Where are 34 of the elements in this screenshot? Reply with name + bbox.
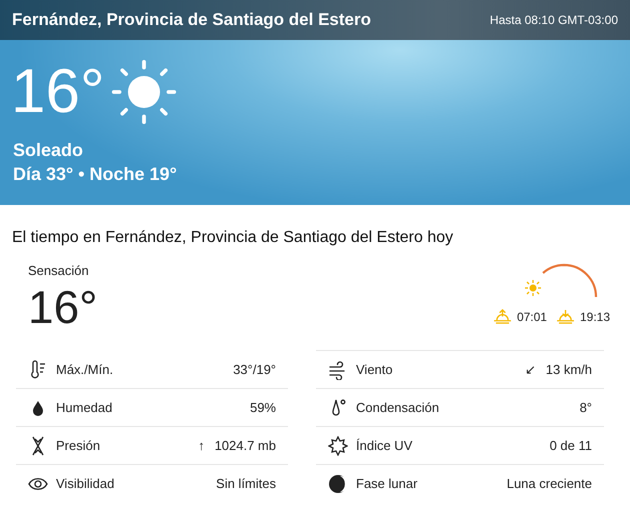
valid-until: Hasta 08:10 GMT-03:00 [490, 13, 618, 27]
location-title: Fernández, Provincia de Santiago del Estero [12, 10, 371, 30]
sunrise-time: 07:01 [516, 310, 547, 324]
detail-label: Visibilidad [56, 476, 116, 491]
detail-value: 1024.7 mb [214, 438, 276, 453]
detail-label: Presión [56, 438, 102, 453]
trend-arrow: ↑ [198, 438, 205, 453]
detail-value: 8° [580, 400, 592, 415]
sunset-time: 19:13 [580, 310, 610, 324]
detail-label: Viento [356, 362, 394, 377]
thermometer-icon [28, 360, 48, 380]
trend-arrow: ↙ [524, 362, 536, 377]
sunset-icon [556, 309, 575, 324]
feels-like-value: 16° [28, 280, 98, 334]
detail-label: Máx./Mín. [56, 362, 114, 377]
day-night-temperatures: Día 33° • Noche 19° [12, 164, 178, 185]
detail-label: Humedad [56, 400, 114, 415]
condition-text: Soleado [12, 140, 84, 161]
detail-value: 13 km/h [546, 362, 592, 377]
detail-value: Luna creciente [506, 476, 592, 491]
detail-label: Condensación [356, 400, 440, 415]
detail-value: 33°/19° [233, 362, 276, 377]
detail-value: Sin límites [216, 476, 276, 491]
detail-label: Fase lunar [356, 476, 418, 491]
section-title: El tiempo en Fernández, Provincia de Santiago del Estero hoy [12, 229, 454, 247]
sunrise-icon [492, 309, 512, 324]
detail-value: 59% [250, 400, 276, 415]
feels-like-label: Sensación [28, 263, 90, 278]
detail-label: Índice UV [356, 438, 414, 453]
detail-value: 0 de 11 [550, 438, 592, 453]
sun-outline-icon [328, 436, 348, 456]
sun-icon [110, 59, 177, 125]
current-temperature: 16° [11, 61, 105, 123]
moon-icon [328, 474, 348, 494]
